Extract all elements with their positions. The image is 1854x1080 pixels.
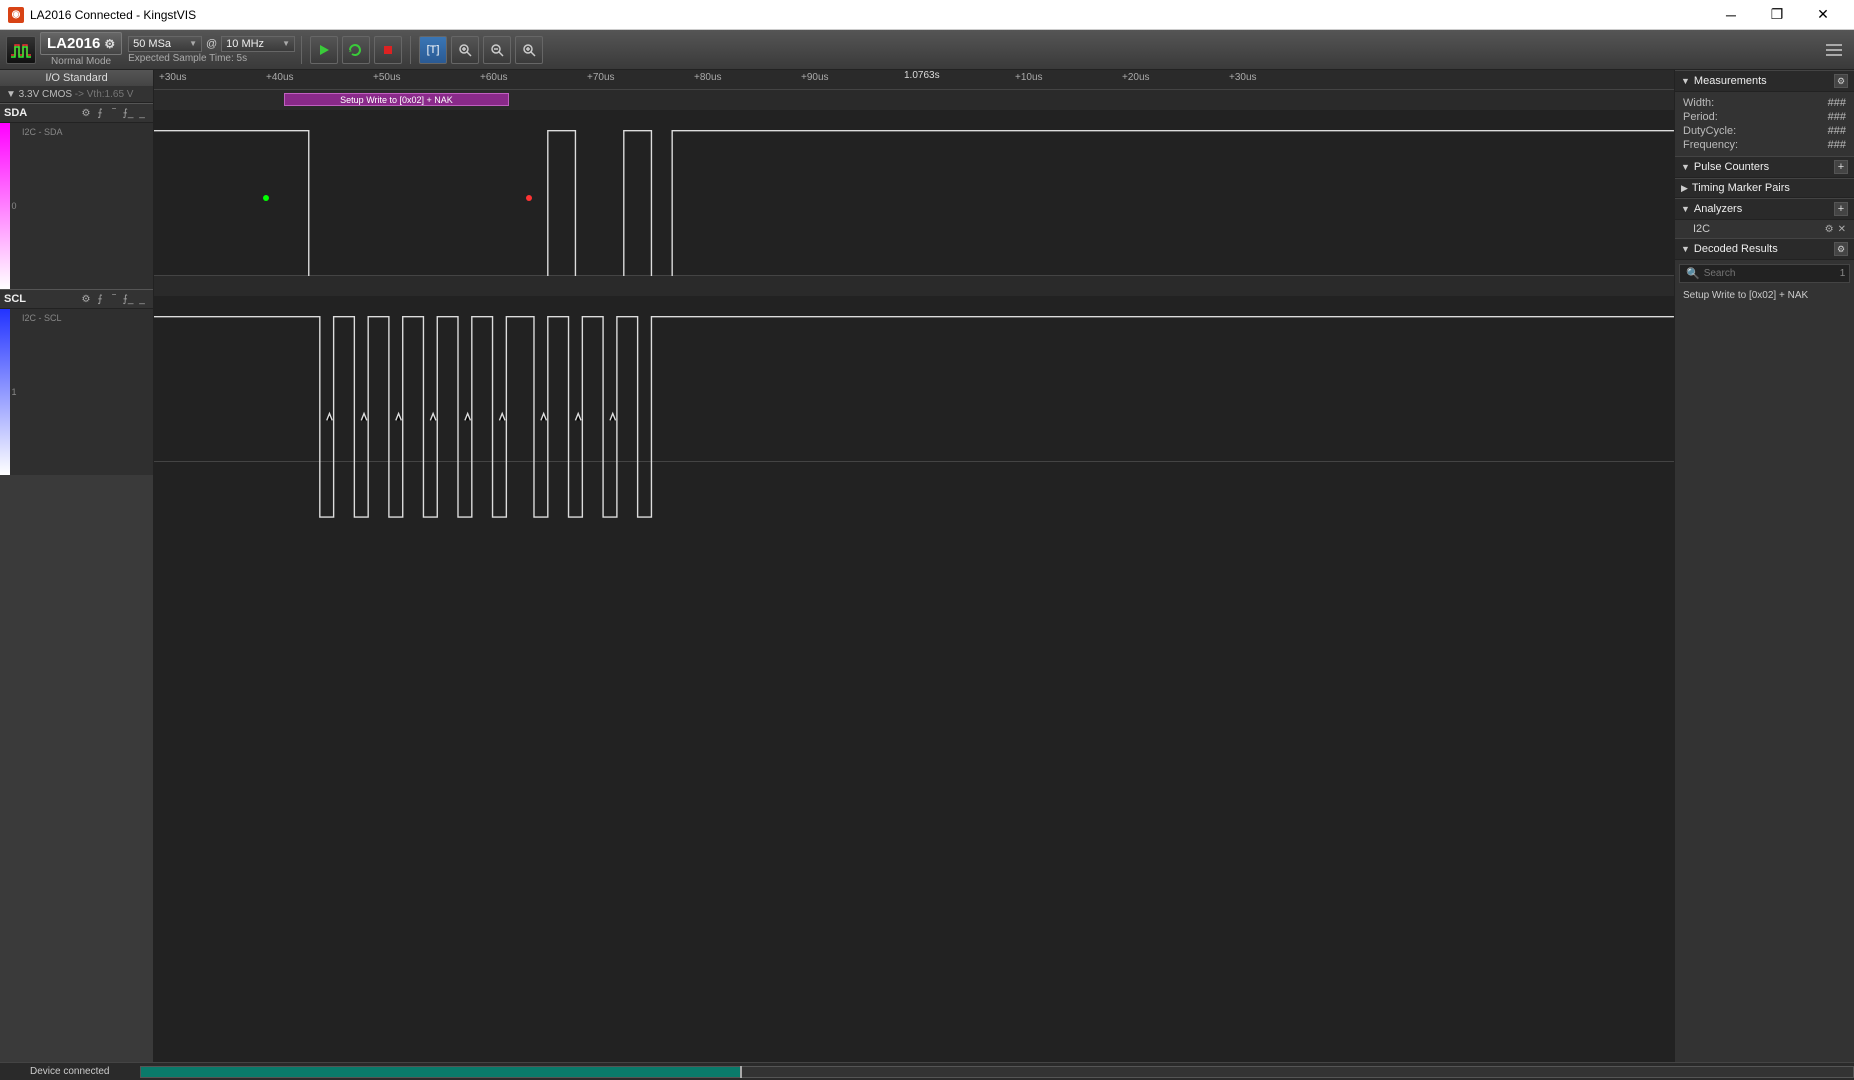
channel-sidebar: I/O Standard ▼ 3.3V CMOS -> Vth:1.65 V S…	[0, 70, 154, 1062]
clock-value: 10 MHz	[226, 38, 264, 50]
clock-select[interactable]: 10 MHz ▼	[221, 36, 295, 52]
channel-header-sda[interactable]: SDA ⚙ ⨍ ‾ ⨍_ _	[0, 103, 153, 123]
gear-icon[interactable]: ⚙	[1834, 74, 1848, 88]
decoded-result-item[interactable]: Setup Write to [0x02] + NAK	[1675, 287, 1854, 304]
measurements-header[interactable]: ▼ Measurements ⚙	[1675, 70, 1854, 92]
status-text: Device connected	[0, 1066, 140, 1077]
gear-icon[interactable]: ⚙	[79, 292, 93, 306]
gear-icon[interactable]: ⚙	[1834, 242, 1848, 256]
text-marker-button[interactable]: [T]	[419, 36, 447, 64]
decoded-results-header[interactable]: ▼ Decoded Results ⚙	[1675, 238, 1854, 260]
zoom-fit-button[interactable]	[451, 36, 479, 64]
marker-stop	[526, 195, 532, 201]
app-icon: ◉	[8, 7, 24, 23]
trigger-low-icon[interactable]: _	[135, 106, 149, 120]
timing-markers-header[interactable]: ▶ Timing Marker Pairs	[1675, 178, 1854, 198]
marker-start	[263, 195, 269, 201]
channel-index: 0	[10, 123, 18, 289]
loop-button[interactable]	[342, 36, 370, 64]
sample-rate-value: 50 MSa	[133, 38, 171, 50]
scl-wave	[154, 296, 1674, 525]
chevron-down-icon: ▼	[282, 39, 290, 48]
zoom-out-button[interactable]	[483, 36, 511, 64]
chevron-down-icon: ▼	[1681, 76, 1690, 86]
sample-rate-select[interactable]: 50 MSa ▼	[128, 36, 202, 52]
io-standard-header[interactable]: I/O Standard	[0, 70, 153, 87]
gear-icon: ⚙	[104, 37, 115, 51]
channel-protocol: I2C - SCL	[18, 309, 153, 475]
window-title: LA2016 Connected - KingstVIS	[30, 8, 1708, 22]
analyzers-header[interactable]: ▼ Analyzers +	[1675, 198, 1854, 220]
channel-protocol: I2C - SDA	[18, 123, 153, 289]
close-button[interactable]: ✕	[1800, 0, 1846, 30]
sample-hint: Expected Sample Time: 5s	[128, 53, 295, 64]
pulse-counters-header[interactable]: ▼ Pulse Counters +	[1675, 156, 1854, 178]
logo-icon	[6, 36, 36, 64]
status-bar: Device connected	[0, 1062, 1854, 1080]
mode-label: Normal Mode	[40, 56, 122, 67]
decoded-search[interactable]: 🔍 1	[1679, 264, 1850, 283]
play-button[interactable]	[310, 36, 338, 64]
channel-name: SDA	[4, 107, 79, 119]
trigger-fall-icon[interactable]: ⨍_	[121, 292, 135, 306]
gear-icon[interactable]: ⚙	[79, 106, 93, 120]
at-label: @	[206, 38, 217, 50]
search-input[interactable]	[1704, 268, 1836, 279]
plus-icon[interactable]: +	[1834, 202, 1848, 216]
result-count: 1	[1840, 268, 1846, 279]
trigger-low-icon[interactable]: _	[135, 292, 149, 306]
gear-icon[interactable]: ⚙	[1825, 224, 1834, 235]
maximize-button[interactable]: ❐	[1754, 0, 1800, 30]
minimap[interactable]	[140, 1066, 1854, 1078]
decode-overlay[interactable]: Setup Write to [0x02] + NAK	[284, 93, 509, 106]
menu-button[interactable]	[1820, 36, 1848, 64]
chevron-right-icon: ▶	[1681, 183, 1688, 194]
trigger-fall-icon[interactable]: ⨍_	[121, 106, 135, 120]
zoom-in-button[interactable]	[515, 36, 543, 64]
chevron-down-icon: ▼	[1681, 244, 1690, 254]
right-sidebar: ▼ Measurements ⚙ Width:### Period:### Du…	[1674, 70, 1854, 1062]
close-icon[interactable]: ✕	[1838, 224, 1846, 235]
trigger-rise-icon[interactable]: ⨍	[93, 106, 107, 120]
time-ruler[interactable]: +30us +40us +50us +60us +70us +80us +90u…	[154, 70, 1674, 90]
trigger-high-icon[interactable]: ‾	[107, 292, 121, 306]
channel-color-1	[0, 309, 10, 475]
io-standard-value[interactable]: ▼ 3.3V CMOS -> Vth:1.65 V	[0, 87, 153, 103]
minimize-button[interactable]: ─	[1708, 0, 1754, 30]
device-button[interactable]: LA2016 ⚙	[40, 32, 122, 55]
chevron-down-icon: ▼	[189, 39, 197, 48]
toolbar: LA2016 ⚙ Normal Mode 50 MSa ▼ @ 10 MHz ▼ Ex…	[0, 30, 1854, 70]
channel-header-scl[interactable]: SCL ⚙ ⨍ ‾ ⨍_ _	[0, 289, 153, 309]
chevron-down-icon: ▼	[1681, 204, 1690, 214]
channel-index: 1	[10, 309, 18, 475]
measurements-body: Width:### Period:### DutyCycle:### Frequ…	[1675, 92, 1854, 156]
analyzer-item-i2c[interactable]: I2C ⚙ ✕	[1675, 220, 1854, 238]
search-icon: 🔍	[1686, 267, 1700, 280]
channel-color-0	[0, 123, 10, 289]
titlebar: ◉ LA2016 Connected - KingstVIS ─ ❐ ✕	[0, 0, 1854, 30]
trigger-rise-icon[interactable]: ⨍	[93, 292, 107, 306]
chevron-down-icon: ▼	[1681, 162, 1690, 172]
device-name: LA2016	[47, 35, 100, 52]
waveform-sda[interactable]: Setup Write to [0x02] + NAK	[154, 90, 1674, 276]
stop-button[interactable]	[374, 36, 402, 64]
plus-icon[interactable]: +	[1834, 160, 1848, 174]
channel-name: SCL	[4, 293, 79, 305]
waveform-area[interactable]: +30us +40us +50us +60us +70us +80us +90u…	[154, 70, 1674, 1062]
waveform-scl[interactable]	[154, 276, 1674, 462]
trigger-high-icon[interactable]: ‾	[107, 106, 121, 120]
